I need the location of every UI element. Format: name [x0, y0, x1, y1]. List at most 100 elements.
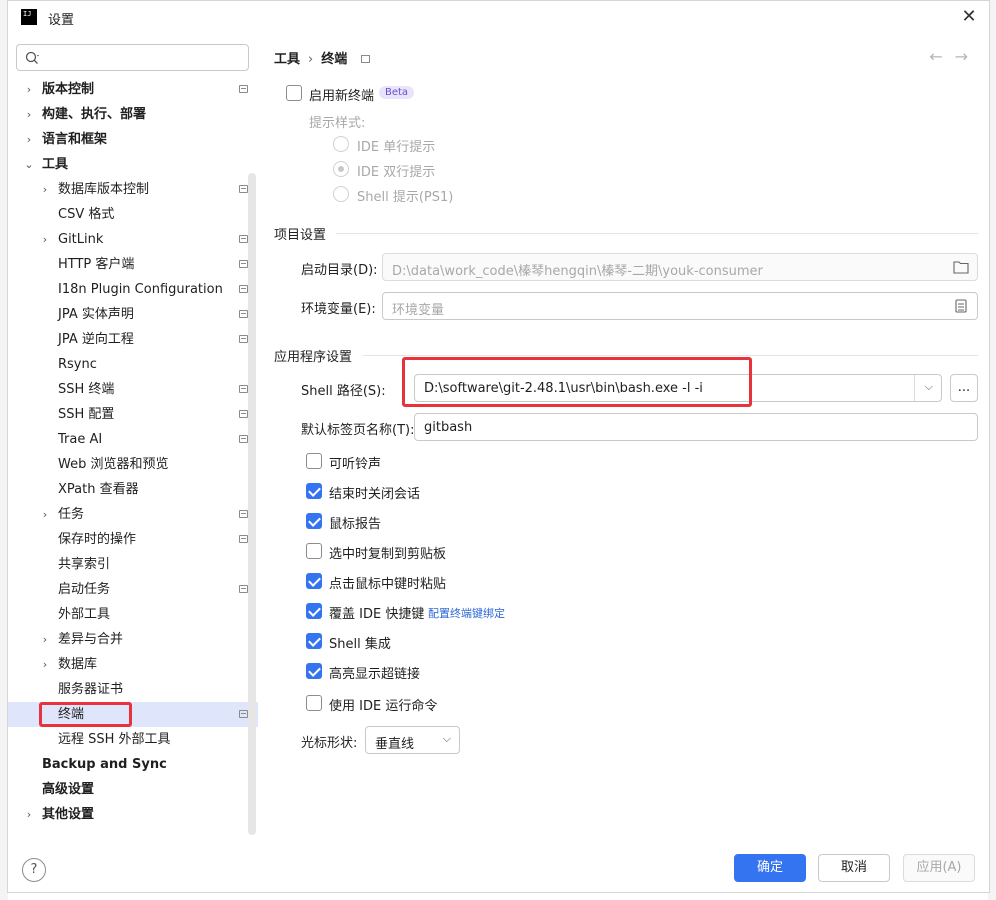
sidebar-item[interactable]: › 版本控制 [8, 77, 258, 102]
chevron-right-icon[interactable]: › [38, 627, 52, 652]
sidebar-item[interactable]: JPA 逆向工程 [8, 327, 258, 352]
sidebar-item[interactable]: SSH 终端 [8, 377, 258, 402]
list-icon[interactable] [953, 299, 969, 313]
enable-new-terminal-label: 启用新终端 [309, 89, 375, 104]
chevron-down-icon[interactable]: ⌵ [925, 380, 933, 394]
radio-ide-single[interactable] [333, 136, 349, 152]
option-label: 高亮显示超链接 [329, 667, 421, 682]
sidebar-item[interactable]: 高级设置 [8, 777, 258, 802]
help-button[interactable]: ? [22, 858, 46, 882]
option-label: 使用 IDE 运行命令 [329, 699, 438, 714]
option-checkbox[interactable] [306, 513, 322, 529]
option-checkbox[interactable] [306, 603, 322, 619]
shell-path-label: Shell 路径(S): [301, 384, 386, 399]
option-checkbox[interactable] [306, 453, 322, 469]
browse-button[interactable]: ... [950, 374, 978, 402]
cancel-button[interactable]: 取消 [818, 854, 890, 882]
sidebar-item[interactable]: SSH 配置 [8, 402, 258, 427]
sidebar-item-label: CSV 格式 [58, 207, 115, 222]
start-dir-label: 启动目录(D): [301, 263, 378, 278]
sidebar-item[interactable]: Web 浏览器和预览 [8, 452, 258, 477]
sidebar-item-label: 版本控制 [42, 82, 95, 97]
option-checkbox[interactable] [306, 543, 322, 559]
chevron-right-icon[interactable]: › [22, 127, 36, 152]
env-placeholder: 环境变量 [392, 303, 445, 318]
ok-button[interactable]: 确定 [734, 854, 806, 882]
sidebar-item[interactable]: 服务器证书 [8, 677, 258, 702]
sidebar-item[interactable]: › 语言和框架 [8, 127, 258, 152]
sidebar-item[interactable]: › GitLink [8, 227, 258, 252]
option-checkbox[interactable] [306, 573, 322, 589]
sidebar-item[interactable]: JPA 实体声明 [8, 302, 258, 327]
sidebar-item[interactable]: Backup and Sync [8, 752, 258, 777]
pin-icon [239, 435, 248, 443]
sidebar-item[interactable]: 远程 SSH 外部工具 [8, 727, 258, 752]
main-panel: 工具 › 终端 ←→ 启用新终端 Beta 提示样式: IDE 单行提示 IDE 双… [266, 35, 990, 835]
sidebar-item[interactable]: › 其他设置 [8, 802, 258, 827]
sidebar-item[interactable]: › 数据库版本控制 [8, 177, 258, 202]
pin-icon [239, 335, 248, 343]
configure-keybindings-link[interactable]: 配置终端键绑定 [428, 605, 505, 621]
chevron-right-icon[interactable]: › [22, 802, 36, 827]
chevron-right-icon[interactable]: › [38, 227, 52, 252]
breadcrumb-separator: › [308, 52, 314, 67]
chevron-right-icon[interactable]: › [22, 102, 36, 127]
sidebar-item[interactable]: Trae AI [8, 427, 258, 452]
sidebar-item[interactable]: › 构建、执行、部署 [8, 102, 258, 127]
sidebar-item[interactable]: Rsync [8, 352, 258, 377]
app-settings-title: 应用程序设置 [274, 350, 353, 365]
radio-ide-double-label: IDE 双行提示 [357, 165, 436, 180]
close-icon[interactable]: ✕ [959, 7, 979, 27]
sidebar-item-label: 工具 [42, 157, 69, 172]
chevron-right-icon[interactable]: › [38, 652, 52, 677]
breadcrumb-parent[interactable]: 工具 [274, 48, 300, 67]
highlight-box-shell-path [402, 357, 752, 407]
chevron-right-icon[interactable]: › [38, 502, 52, 527]
forward-arrow-icon[interactable]: → [955, 47, 980, 66]
option-checkbox[interactable] [306, 663, 322, 679]
sidebar-item-label: SSH 配置 [58, 407, 115, 422]
chevron-down-icon[interactable]: ⌄ [22, 152, 36, 177]
tab-name-field[interactable]: gitbash [414, 413, 978, 441]
pin-icon [239, 185, 248, 193]
radio-shell-ps1[interactable] [333, 186, 349, 202]
sidebar-item[interactable]: 保存时的操作 [8, 527, 258, 552]
sidebar-item[interactable]: › 差异与合并 [8, 627, 258, 652]
apply-button[interactable]: 应用(A) [903, 854, 975, 882]
radio-ide-double[interactable] [333, 161, 349, 177]
sidebar-item[interactable]: 共享索引 [8, 552, 258, 577]
tab-name-value[interactable]: gitbash [424, 420, 472, 435]
sidebar-item[interactable]: I18n Plugin Configuration [8, 277, 258, 302]
pin-icon [239, 310, 248, 318]
option-checkbox[interactable] [306, 695, 322, 711]
chevron-right-icon[interactable]: › [38, 177, 52, 202]
cursor-shape-select[interactable]: 垂直线 ⌵ [365, 726, 460, 754]
option-label: 可听铃声 [329, 457, 382, 472]
nav-arrows: ←→ [929, 47, 980, 66]
search-input[interactable] [47, 49, 237, 67]
sidebar-item[interactable]: XPath 查看器 [8, 477, 258, 502]
env-field[interactable]: 环境变量 [382, 292, 978, 320]
sidebar-item-label: GitLink [58, 232, 104, 247]
search-field[interactable] [16, 44, 249, 71]
sidebar-item[interactable]: › 任务 [8, 502, 258, 527]
option-checkbox[interactable] [306, 633, 322, 649]
sidebar-scrollbar[interactable] [248, 173, 256, 835]
sidebar-item[interactable]: HTTP 客户端 [8, 252, 258, 277]
prompt-style-label: 提示样式: [309, 116, 366, 131]
option-checkbox[interactable] [306, 483, 322, 499]
sidebar-item[interactable]: › 数据库 [8, 652, 258, 677]
sidebar-item[interactable]: 外部工具 [8, 602, 258, 627]
sidebar-item[interactable]: CSV 格式 [8, 202, 258, 227]
sidebar-item[interactable]: ⌄ 工具 [8, 152, 258, 177]
option-label: Shell 集成 [329, 637, 391, 652]
folder-icon[interactable] [953, 260, 969, 274]
sidebar-item-label: Rsync [58, 357, 97, 372]
option-label: 结束时关闭会话 [329, 487, 421, 502]
sidebar-item[interactable]: 启动任务 [8, 577, 258, 602]
back-arrow-icon[interactable]: ← [929, 47, 954, 66]
start-dir-field[interactable]: D:\data\work_code\榛琴hengqin\榛琴-二期\youk-c… [382, 253, 978, 281]
enable-new-terminal-checkbox[interactable] [286, 85, 302, 101]
sidebar-item-label: JPA 逆向工程 [58, 332, 134, 347]
chevron-right-icon[interactable]: › [22, 77, 36, 102]
